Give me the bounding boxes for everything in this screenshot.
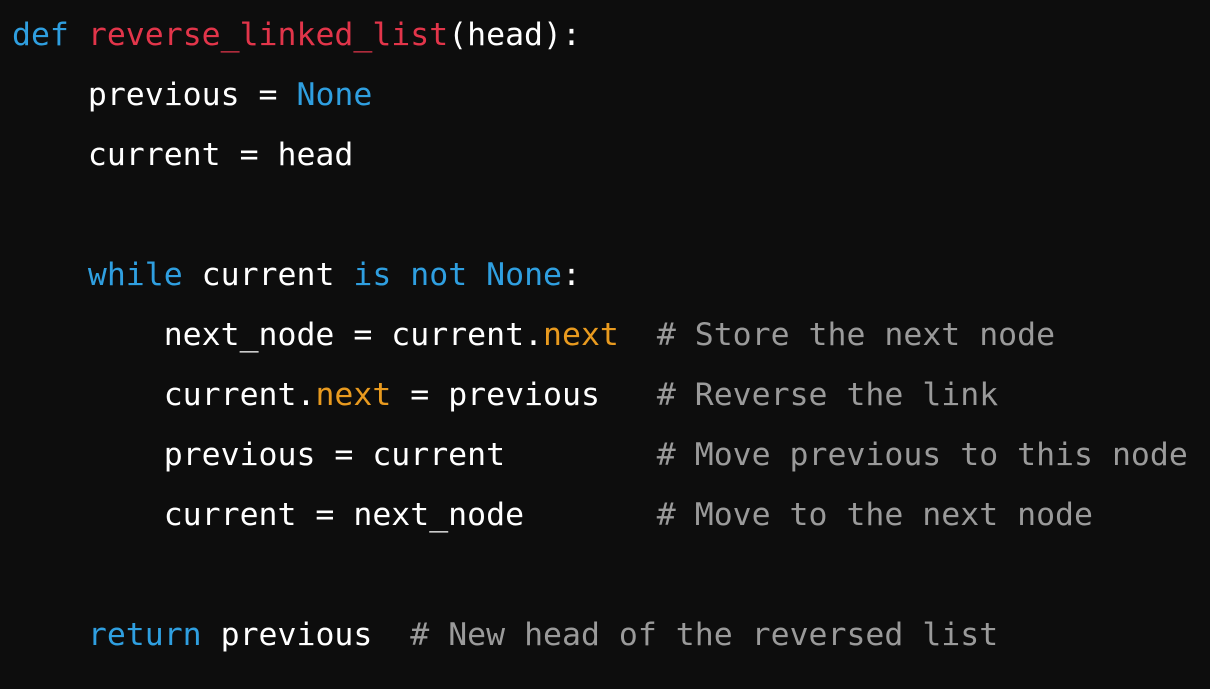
code-attribute: next bbox=[543, 317, 619, 353]
code-text: current. bbox=[12, 377, 316, 413]
code-line: previous = None bbox=[12, 74, 1210, 134]
code-keyword: def bbox=[12, 17, 69, 53]
code-text: : bbox=[562, 257, 581, 293]
code-text: current = next_node bbox=[12, 497, 657, 533]
code-editor: def reverse_linked_list(head): previous … bbox=[0, 0, 1210, 689]
code-line: current.next = previous # Reverse the li… bbox=[12, 374, 1210, 434]
code-line: while current is not None: bbox=[12, 254, 1210, 314]
code-text: = previous bbox=[391, 377, 657, 413]
code-comment: # Move to the next node bbox=[656, 497, 1093, 533]
code-keyword: is bbox=[353, 257, 392, 293]
code-text: current bbox=[182, 257, 354, 293]
code-text: next_node = current. bbox=[12, 317, 544, 353]
code-text: previous bbox=[201, 617, 411, 653]
code-text: current = head bbox=[12, 137, 354, 173]
code-keyword: None bbox=[486, 257, 563, 293]
code-line: previous = current # Move previous to th… bbox=[12, 434, 1210, 494]
code-keyword: return bbox=[87, 617, 202, 653]
code-line: current = next_node # Move to the next n… bbox=[12, 494, 1210, 554]
code-line: def reverse_linked_list(head): bbox=[12, 14, 1210, 74]
code-text: previous = bbox=[12, 77, 297, 113]
code-function-name: reverse_linked_list bbox=[87, 17, 449, 53]
code-keyword: None bbox=[296, 77, 373, 113]
code-comment: # Reverse the link bbox=[656, 377, 999, 413]
code-comment: # Move previous to this node bbox=[656, 437, 1188, 473]
code-keyword: not bbox=[410, 257, 468, 293]
code-line: next_node = current.next # Store the nex… bbox=[12, 314, 1210, 374]
code-comment: # Store the next node bbox=[656, 317, 1056, 353]
code-text: previous = current bbox=[12, 437, 657, 473]
code-comment: # New head of the reversed list bbox=[410, 617, 999, 653]
code-line: current = head bbox=[12, 134, 1210, 194]
code-attribute: next bbox=[315, 377, 392, 413]
code-keyword: while bbox=[87, 257, 183, 293]
code-line: return previous # New head of the revers… bbox=[12, 614, 1210, 674]
code-text: (head): bbox=[448, 17, 581, 53]
